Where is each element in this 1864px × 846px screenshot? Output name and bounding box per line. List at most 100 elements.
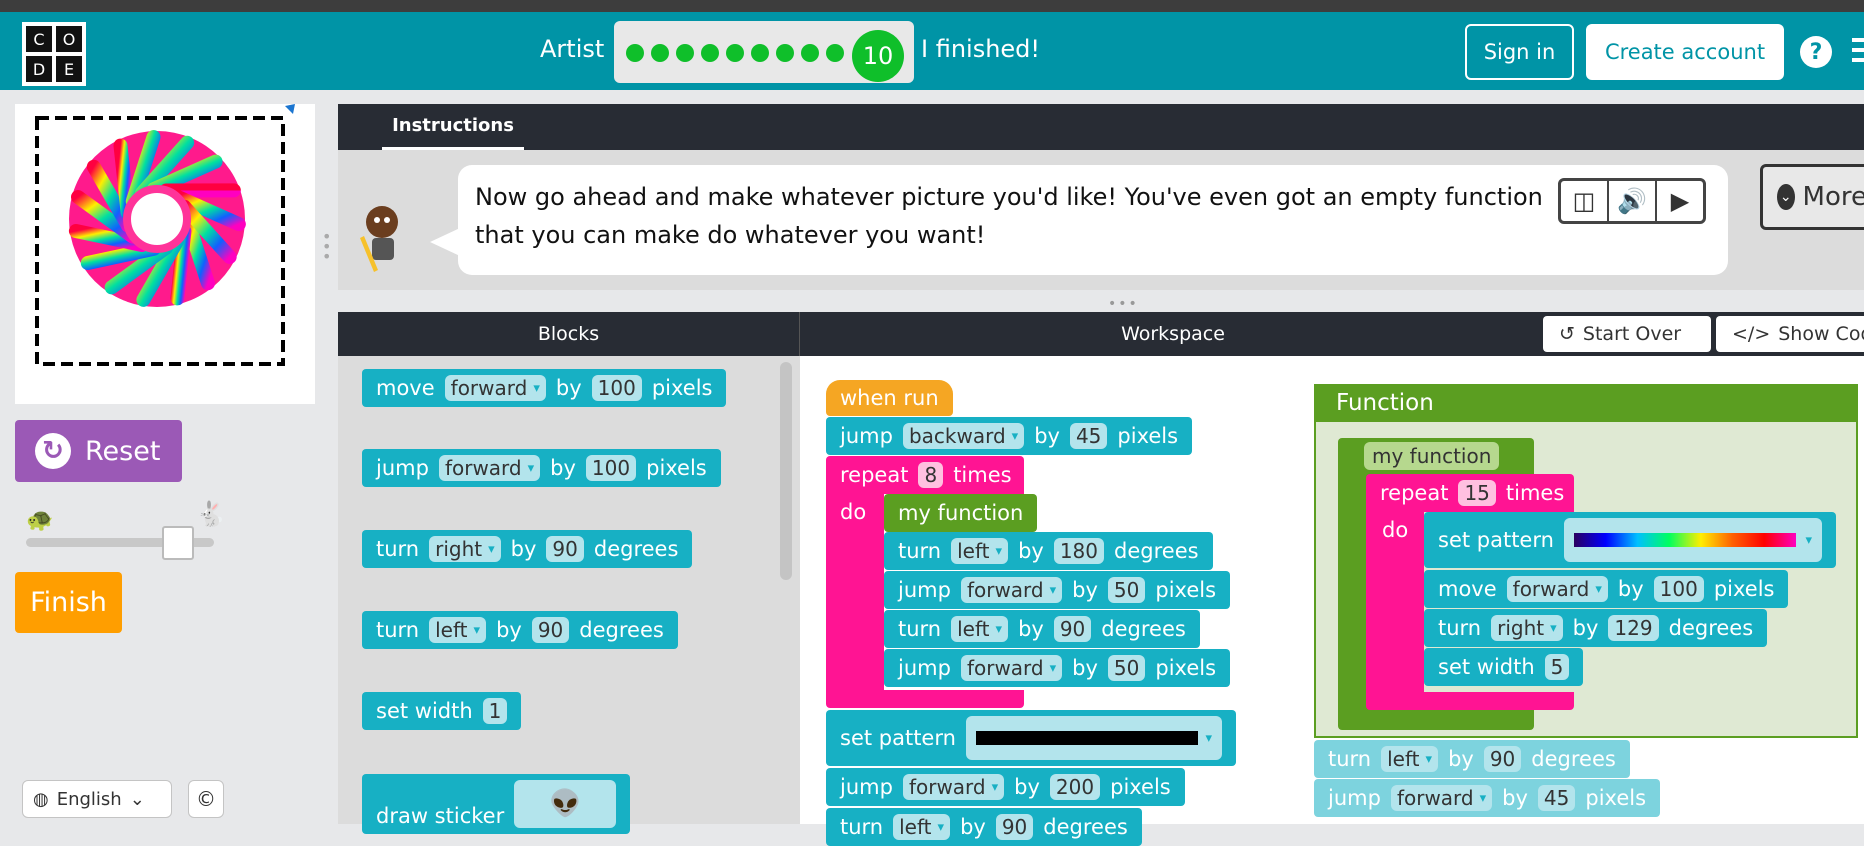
toolbox-block-draw-sticker[interactable]: draw sticker 👽 xyxy=(362,774,630,834)
tab-instructions[interactable]: Instructions xyxy=(382,104,524,150)
pattern-dropdown[interactable]: ▾ xyxy=(1564,518,1822,562)
number-field[interactable]: 100 xyxy=(1654,576,1704,602)
loose-jump-forward[interactable]: jump forward by 45 pixels xyxy=(1314,779,1660,817)
sticker-dropdown[interactable]: 👽 xyxy=(514,780,616,828)
level-dot[interactable] xyxy=(701,44,719,62)
toolbox-scrollbar[interactable] xyxy=(780,362,792,580)
number-field[interactable]: 90 xyxy=(1484,746,1521,772)
level-dot[interactable] xyxy=(651,44,669,62)
play-icon[interactable]: ▶ xyxy=(1657,181,1703,221)
number-field[interactable]: 200 xyxy=(1050,774,1100,800)
sign-in-button[interactable]: Sign in xyxy=(1465,24,1574,80)
level-dot[interactable] xyxy=(676,44,694,62)
number-field[interactable]: 50 xyxy=(1108,655,1145,681)
level-dot[interactable] xyxy=(826,44,844,62)
level-dot[interactable] xyxy=(776,44,794,62)
function-name-field[interactable]: my function xyxy=(1364,442,1499,470)
direction-dropdown[interactable]: left xyxy=(951,616,1008,642)
number-field[interactable]: 100 xyxy=(592,375,642,401)
number-field[interactable]: 50 xyxy=(1108,577,1145,603)
program-jump-forward-200[interactable]: jump forward by 200 pixels xyxy=(826,768,1185,806)
direction-dropdown[interactable]: right xyxy=(1491,615,1563,641)
number-field[interactable]: 45 xyxy=(1070,423,1107,449)
direction-dropdown[interactable]: left xyxy=(893,814,950,840)
toolbox-block-set-width[interactable]: set width 1 xyxy=(362,692,521,730)
function-set-width[interactable]: set width 5 xyxy=(1424,648,1583,686)
direction-dropdown[interactable]: left xyxy=(429,617,486,643)
block-text: by xyxy=(1018,539,1044,563)
program-jump-forward-50[interactable]: jump forward by 50 pixels xyxy=(884,571,1230,609)
number-field[interactable]: 1 xyxy=(483,698,508,724)
direction-dropdown[interactable]: right xyxy=(429,536,501,562)
function-set-pattern[interactable]: set pattern ▾ xyxy=(1424,512,1836,568)
copyright-icon[interactable]: © xyxy=(188,780,224,818)
read-aloud-icon[interactable]: ◫ xyxy=(1561,181,1609,221)
direction-dropdown[interactable]: forward xyxy=(445,375,546,401)
program-turn-left-180[interactable]: turn left by 180 degrees xyxy=(884,532,1213,570)
number-field[interactable]: 5 xyxy=(1545,654,1570,680)
number-field[interactable]: 180 xyxy=(1054,538,1104,564)
speaker-icon[interactable]: 🔊 xyxy=(1609,181,1657,221)
resize-handle-icon[interactable]: ••• xyxy=(322,232,330,268)
level-dot[interactable] xyxy=(801,44,819,62)
direction-dropdown[interactable]: forward xyxy=(1507,576,1608,602)
program-set-pattern[interactable]: set pattern ▾ xyxy=(826,710,1236,766)
help-icon[interactable]: ? xyxy=(1800,36,1832,68)
toolbox-block-turn-right[interactable]: turn right by 90 degrees xyxy=(362,530,692,568)
repeat-do-label: do xyxy=(840,500,866,524)
show-code-button[interactable]: </>Show Code xyxy=(1716,316,1864,352)
repeat-count-field[interactable]: 8 xyxy=(918,462,943,488)
finish-button[interactable]: Finish xyxy=(15,572,122,633)
direction-dropdown[interactable]: left xyxy=(951,538,1008,564)
call-my-function[interactable]: my function xyxy=(884,494,1037,532)
program-jump-backward[interactable]: jump backward by 45 pixels xyxy=(826,417,1192,455)
drag-handle-icon[interactable]: ••• xyxy=(1108,296,1139,312)
reset-button[interactable]: ↻ Reset xyxy=(15,420,182,482)
number-field[interactable]: 90 xyxy=(532,617,569,643)
hamburger-menu-icon[interactable] xyxy=(1852,38,1864,66)
when-run-block[interactable]: when run xyxy=(826,380,953,416)
current-level-badge[interactable]: 10 xyxy=(852,30,904,82)
number-field[interactable]: 90 xyxy=(996,814,1033,840)
show-code-label: Show Code xyxy=(1778,323,1864,345)
repeat-count-field[interactable]: 15 xyxy=(1458,480,1495,506)
program-turn-left-90b[interactable]: turn left by 90 degrees xyxy=(826,808,1142,846)
pattern-dropdown[interactable]: ▾ xyxy=(966,716,1222,760)
toolbox-block-move[interactable]: move forward by 100 pixels xyxy=(362,369,726,407)
speed-slider-thumb[interactable] xyxy=(162,526,194,560)
number-field[interactable]: 90 xyxy=(1054,616,1091,642)
number-field[interactable]: 100 xyxy=(586,455,636,481)
level-dot[interactable] xyxy=(751,44,769,62)
level-dot[interactable] xyxy=(626,44,644,62)
loose-turn-left[interactable]: turn left by 90 degrees xyxy=(1314,740,1630,778)
program-jump-forward-50b[interactable]: jump forward by 50 pixels xyxy=(884,649,1230,687)
function-turn-right[interactable]: turn right by 129 degrees xyxy=(1424,609,1767,647)
code-logo[interactable]: C O D E xyxy=(22,22,86,86)
toolbox-block-turn-left[interactable]: turn left by 90 degrees xyxy=(362,611,678,649)
toolbox-block-jump[interactable]: jump forward by 100 pixels xyxy=(362,449,721,487)
block-text: times xyxy=(1506,481,1564,505)
direction-dropdown[interactable]: forward xyxy=(1391,785,1492,811)
number-field[interactable]: 45 xyxy=(1538,785,1575,811)
language-select[interactable]: ◍ English ⌄ xyxy=(22,780,172,818)
direction-dropdown[interactable]: backward xyxy=(903,423,1024,449)
start-over-button[interactable]: ↺Start Over xyxy=(1543,316,1711,352)
speed-slider[interactable] xyxy=(26,538,214,547)
level-dot[interactable] xyxy=(726,44,744,62)
direction-dropdown[interactable]: forward xyxy=(903,774,1004,800)
direction-dropdown[interactable]: left xyxy=(1381,746,1438,772)
direction-dropdown[interactable]: forward xyxy=(439,455,540,481)
create-account-button[interactable]: Create account xyxy=(1586,24,1784,80)
chevron-down-icon: ⌄ xyxy=(130,789,145,810)
number-field[interactable]: 90 xyxy=(546,536,583,562)
direction-dropdown[interactable]: forward xyxy=(961,655,1062,681)
finished-label[interactable]: I finished! xyxy=(921,35,1040,63)
number-field[interactable]: 129 xyxy=(1608,615,1658,641)
direction-dropdown[interactable]: forward xyxy=(961,577,1062,603)
block-text: degrees xyxy=(1531,747,1616,771)
block-text: jump xyxy=(376,456,429,480)
more-button[interactable]: ⌄ More xyxy=(1760,164,1864,230)
drawing-canvas xyxy=(15,104,315,404)
function-move-forward[interactable]: move forward by 100 pixels xyxy=(1424,570,1788,608)
program-turn-left-90[interactable]: turn left by 90 degrees xyxy=(884,610,1200,648)
